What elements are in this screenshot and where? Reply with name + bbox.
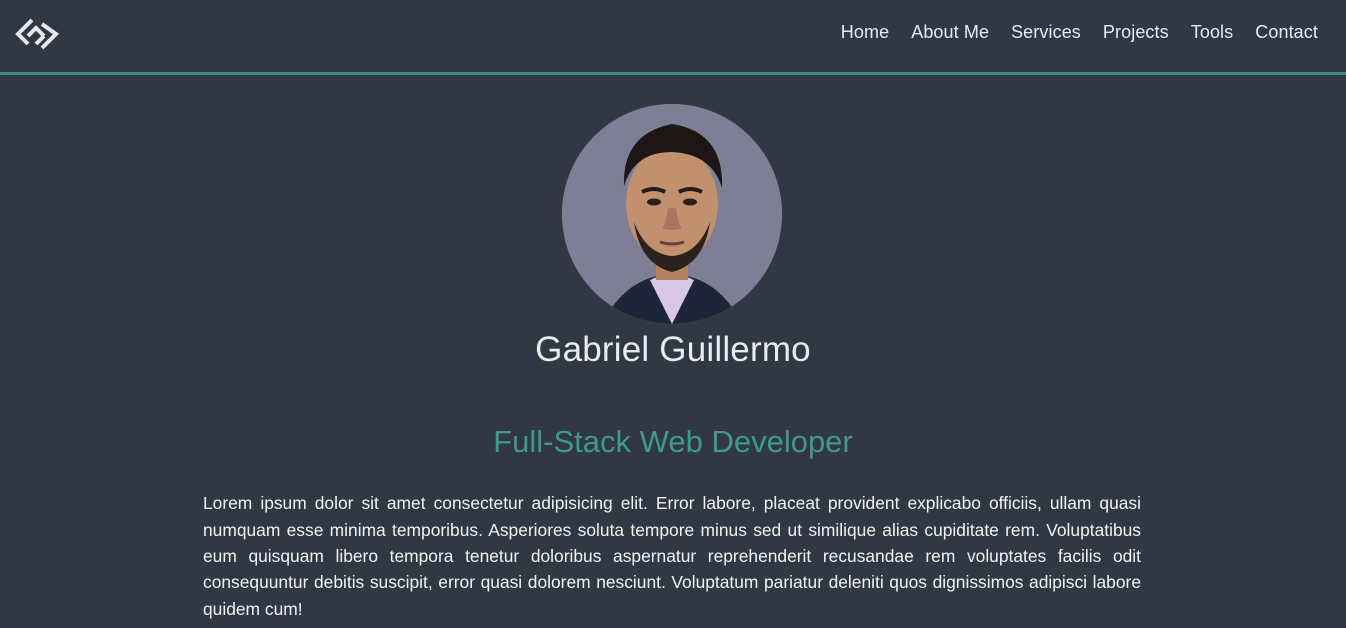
profile-bio: Lorem ipsum dolor sit amet consectetur a…	[203, 493, 1141, 619]
nav-about-me[interactable]: About Me	[911, 22, 989, 43]
avatar	[562, 104, 782, 324]
nav-links: Home About Me Services Projects Tools Co…	[841, 22, 1318, 43]
profile-name: Gabriel Guillermo	[535, 330, 811, 369]
nav-projects[interactable]: Projects	[1103, 22, 1169, 43]
nav-tools[interactable]: Tools	[1191, 22, 1234, 43]
nav-contact[interactable]: Contact	[1255, 22, 1318, 43]
nav-home[interactable]: Home	[841, 22, 889, 43]
profile-role: Full-Stack Web Developer	[493, 424, 853, 459]
nav-services[interactable]: Services	[1011, 22, 1081, 43]
logo-icon[interactable]	[14, 16, 60, 52]
navbar: Home About Me Services Projects Tools Co…	[0, 0, 1346, 75]
profile-photo	[562, 104, 782, 324]
